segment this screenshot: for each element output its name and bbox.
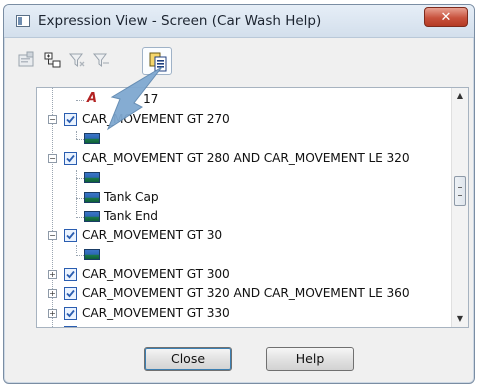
image-icon — [84, 172, 100, 183]
window-title: Expression View - Screen (Car Wash Help) — [38, 13, 322, 29]
window-close-button[interactable]: ✕ — [424, 7, 468, 27]
expression-item-icon: A — [87, 91, 98, 106]
node-checkbox[interactable] — [64, 113, 77, 126]
tree-node-label: CAR_MOVEMENT GT 320 AND CAR_MOVEMENT LE … — [82, 286, 410, 300]
filter-icon[interactable] — [68, 51, 86, 69]
filter-clear-icon[interactable] — [92, 51, 110, 69]
tree-node[interactable]: − CAR_MOVEMENT GT 30 — [37, 227, 437, 245]
tree-item-label: Tank Cap — [104, 190, 159, 204]
window-icon — [16, 15, 30, 27]
expand-toggle[interactable]: + — [48, 270, 57, 279]
node-checkbox[interactable] — [64, 287, 77, 300]
tree-node-label: CAR_MOVEMENT GT 30 — [82, 228, 223, 242]
close-button[interactable]: Close — [144, 347, 232, 371]
expand-tree-icon[interactable] — [44, 51, 62, 69]
tree-node[interactable]: + CAR_MOVEMENT GT 320 AND CAR_MOVEMENT L… — [37, 285, 452, 303]
tree-node-label: CAR_MOVEMENT GT 330 — [82, 306, 230, 320]
image-icon — [84, 249, 100, 260]
tree-item-label: 17 — [143, 92, 159, 106]
tree-node-label: CAR_MOVEMENT GT 270 — [82, 112, 230, 126]
node-checkbox[interactable] — [64, 229, 77, 242]
scroll-thumb[interactable] — [454, 176, 466, 206]
tree-item[interactable] — [37, 246, 437, 264]
node-checkbox[interactable] — [64, 152, 77, 165]
tree-item[interactable] — [37, 130, 437, 148]
expression-view-window: Expression View - Screen (Car Wash Help)… — [3, 4, 475, 384]
tree-item[interactable]: Tank End — [37, 208, 437, 226]
help-button[interactable]: Help — [266, 347, 354, 371]
tree-node[interactable]: − CAR_MOVEMENT GT 280 AND CAR_MOVEMENT L… — [37, 150, 452, 168]
tree-node[interactable]: + CAR_MOVEMENT GT 330 — [37, 305, 437, 323]
tree-item[interactable]: Tank Cap — [37, 189, 437, 207]
tree-item-label: Tank End — [104, 209, 158, 223]
tree-item[interactable] — [37, 169, 437, 187]
collapse-toggle[interactable]: − — [48, 154, 57, 163]
tree-node-label: CAR_MOVEMENT GT 280 AND CAR_MOVEMENT LE … — [82, 151, 410, 165]
node-checkbox[interactable] — [64, 326, 77, 327]
expression-tree[interactable]: A 17 − CAR_MOVEMENT GT 270 − CAR_MOVEMEN… — [36, 87, 469, 328]
properties-icon[interactable] — [18, 51, 36, 69]
title-bar[interactable]: Expression View - Screen (Car Wash Help)… — [4, 5, 474, 38]
tree-node-partial[interactable] — [37, 324, 437, 327]
expand-toggle[interactable]: + — [48, 309, 57, 318]
node-checkbox[interactable] — [64, 307, 77, 320]
tree-vertical-scrollbar[interactable]: ▲ ▼ — [451, 88, 468, 327]
collapse-toggle[interactable]: − — [48, 115, 57, 124]
image-icon — [84, 133, 100, 144]
image-icon — [84, 211, 100, 222]
tree-node-label: CAR_MOVEMENT GT 300 — [82, 267, 230, 281]
tree-node[interactable]: − CAR_MOVEMENT GT 270 — [37, 111, 437, 129]
tree-item[interactable]: A 17 — [37, 91, 437, 109]
scroll-up-arrow-icon[interactable]: ▲ — [452, 88, 468, 104]
scroll-down-arrow-icon[interactable]: ▼ — [452, 311, 468, 327]
image-icon — [84, 192, 100, 203]
node-checkbox[interactable] — [64, 268, 77, 281]
tree-node[interactable]: + CAR_MOVEMENT GT 300 — [37, 266, 437, 284]
copy-expression-icon[interactable] — [142, 47, 172, 75]
collapse-toggle[interactable]: − — [48, 231, 57, 240]
toolbar — [18, 47, 218, 77]
expand-toggle[interactable]: + — [48, 289, 57, 298]
